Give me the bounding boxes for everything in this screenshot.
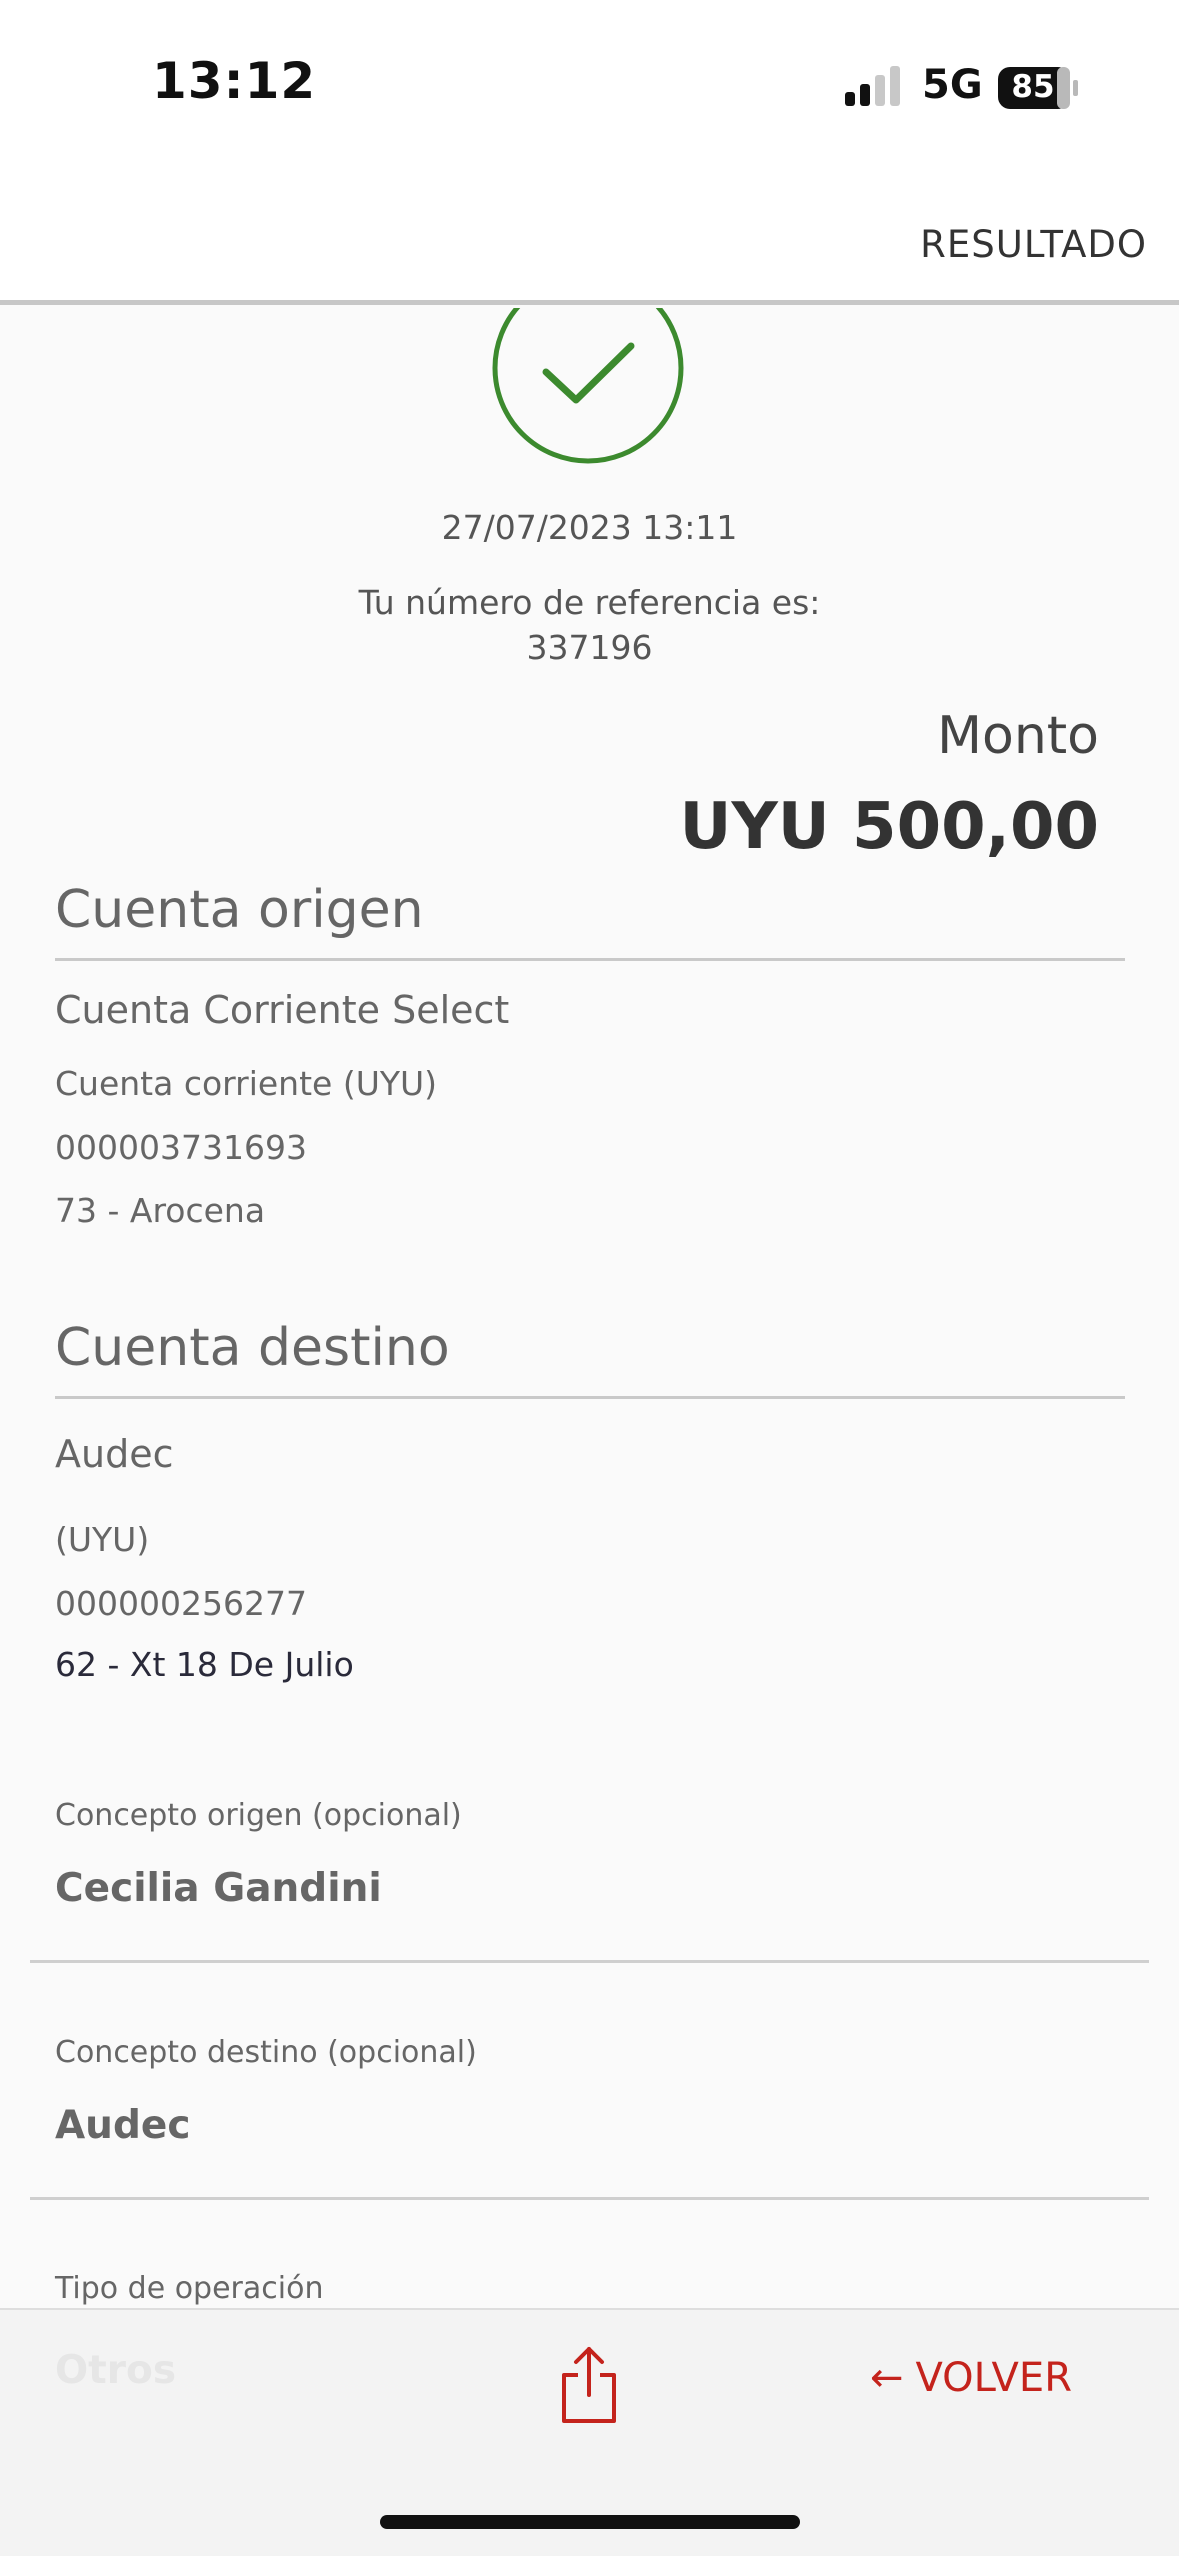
destination-branch: 62 - Xt 18 De Julio bbox=[55, 1645, 354, 1684]
check-circle-icon bbox=[492, 308, 684, 464]
origin-section-title: Cuenta origen bbox=[55, 880, 1125, 961]
network-label: 5G bbox=[922, 62, 983, 108]
back-button-label: VOLVER bbox=[915, 2355, 1072, 2401]
amount-label: Monto bbox=[937, 706, 1099, 766]
battery-level: 85 bbox=[1011, 69, 1055, 105]
status-bar: 13:12 5G 85 bbox=[0, 0, 1179, 175]
signal-icon bbox=[845, 66, 900, 106]
amount-value: UYU 500,00 bbox=[679, 790, 1099, 864]
origin-account-name: Cuenta Corriente Select bbox=[55, 988, 510, 1032]
header: RESULTADO bbox=[0, 175, 1179, 305]
back-button[interactable]: ← VOLVER bbox=[870, 2355, 1072, 2401]
concept-destination-value: Audec bbox=[55, 2103, 191, 2148]
share-icon[interactable] bbox=[556, 2345, 622, 2425]
operation-type-label: Tipo de operación bbox=[55, 2271, 324, 2306]
page-title: RESULTADO bbox=[920, 223, 1147, 266]
receipt-content[interactable]: 27/07/2023 13:11 Tu número de referencia… bbox=[0, 308, 1179, 2308]
operation-type-value: Otros bbox=[55, 2348, 177, 2393]
destination-currency: (UYU) bbox=[55, 1520, 150, 1559]
destination-section-title: Cuenta destino bbox=[55, 1318, 1125, 1399]
divider bbox=[30, 1960, 1149, 1963]
status-time: 13:12 bbox=[152, 52, 317, 110]
reference-label: Tu número de referencia es: bbox=[358, 583, 821, 622]
origin-account-number: 000003731693 bbox=[55, 1128, 307, 1167]
concept-origin-value: Cecilia Gandini bbox=[55, 1866, 382, 1911]
arrow-left-icon: ← bbox=[870, 2355, 904, 2401]
origin-account-type: Cuenta corriente (UYU) bbox=[55, 1064, 438, 1103]
transaction-date: 27/07/2023 13:11 bbox=[441, 508, 738, 547]
destination-account-number: 000000256277 bbox=[55, 1584, 307, 1623]
divider bbox=[30, 2197, 1149, 2200]
reference-number: 337196 bbox=[526, 628, 653, 667]
concept-origin-label: Concepto origen (opcional) bbox=[55, 1798, 462, 1833]
destination-account-name: Audec bbox=[55, 1432, 174, 1476]
origin-branch: 73 - Arocena bbox=[55, 1191, 266, 1230]
concept-destination-label: Concepto destino (opcional) bbox=[55, 2035, 477, 2070]
home-indicator[interactable] bbox=[380, 2515, 800, 2529]
